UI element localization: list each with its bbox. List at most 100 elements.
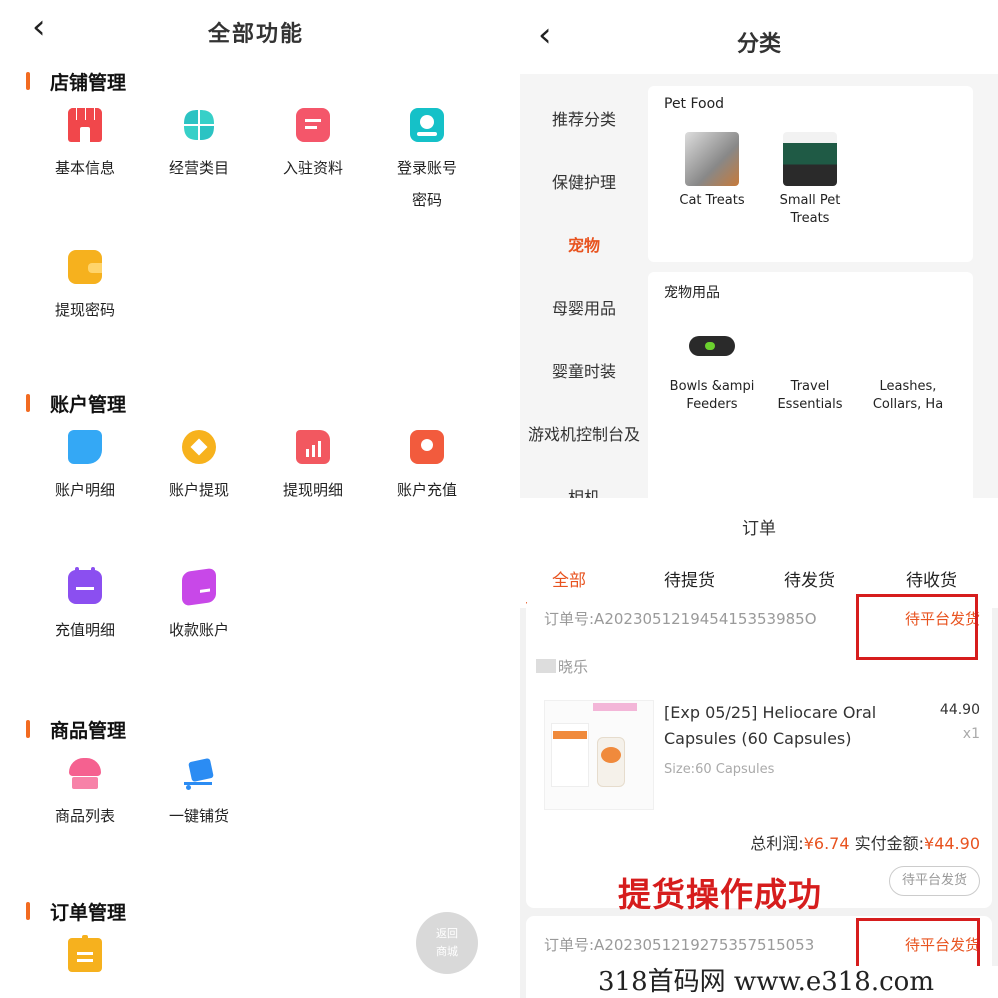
function-label: 充值明细 xyxy=(54,621,115,639)
category-item-active[interactable]: 宠物 xyxy=(520,232,648,256)
function-label: 账户提现 xyxy=(168,481,229,499)
category-item[interactable]: 游戏机控制台及 xyxy=(520,421,648,445)
subcategory-item[interactable]: Cat Treats xyxy=(664,132,760,210)
section-title: 订单管理 xyxy=(50,902,127,924)
category-icon xyxy=(182,108,216,142)
tab-pending-shipment[interactable]: 待发货 xyxy=(784,566,835,591)
function-label: 登录账号 密码 xyxy=(396,159,457,209)
function-account-detail[interactable]: 账户明细 xyxy=(30,430,140,506)
function-label: 经营类目 xyxy=(168,159,229,177)
subcategory-thumbnail xyxy=(881,318,935,372)
product-name: [Exp 05/25] Heliocare Oral Capsules (60 … xyxy=(664,703,877,748)
function-product-list[interactable]: 商品列表 xyxy=(30,756,140,832)
group-title: 宠物用品 xyxy=(664,285,720,301)
account-detail-icon xyxy=(68,430,102,464)
shop-avatar xyxy=(536,659,556,673)
function-one-click-distribute[interactable]: 一键铺货 xyxy=(144,756,254,832)
subcategory-thumbnail xyxy=(685,132,739,186)
cake-icon xyxy=(68,756,102,790)
category-item[interactable]: 母婴用品 xyxy=(520,295,648,319)
shop-label: 晓乐 xyxy=(558,658,589,676)
subcategory-label: Leashes, Collars, Ha xyxy=(872,379,944,412)
orders-header: 订单 全部 待提货 待发货 待收货 xyxy=(520,498,998,608)
subcategory-thumbnail xyxy=(783,132,837,186)
all-functions-panel: ‹ 全部功能 店铺管理 基本信息 经营类目 入驻资料 登录账号 密码 提现密码 … xyxy=(0,0,520,998)
withdraw-icon xyxy=(182,430,216,464)
cart-box-icon xyxy=(182,756,216,790)
function-label: 一键铺货 xyxy=(168,807,229,825)
function-label: 账户明细 xyxy=(54,481,115,499)
function-recharge-detail[interactable]: 充值明细 xyxy=(30,567,140,646)
category-item[interactable]: 婴童时装 xyxy=(520,358,648,382)
function-label: 提现明细 xyxy=(282,481,343,499)
function-login-password[interactable]: 登录账号 密码 xyxy=(372,108,482,216)
function-basic-info[interactable]: 基本信息 xyxy=(30,108,140,184)
watermark-text: 318首码网 www.e318.com xyxy=(598,966,998,998)
function-withdraw-password[interactable]: 提现密码 xyxy=(30,250,140,326)
orders-panel: 订单 全部 待提货 待发货 待收货 订单号:A20230512194541535… xyxy=(520,498,998,998)
function-label: 提现密码 xyxy=(54,301,115,319)
gamepad-thumbnail xyxy=(685,318,739,372)
subcategory-group: 宠物用品 Bowls &ampi Feeders Travel Essentia… xyxy=(648,272,973,500)
subcategory-item[interactable]: Bowls &ampi Feeders xyxy=(664,318,760,414)
subcategory-label: Small Pet Treats xyxy=(779,193,841,226)
section-title: 店铺管理 xyxy=(50,72,127,94)
highlight-box xyxy=(856,594,978,660)
success-annotation: 提货操作成功 xyxy=(618,875,822,914)
section-title: 账户管理 xyxy=(50,394,127,416)
document-icon xyxy=(296,108,330,142)
tab-pending-pickup[interactable]: 待提货 xyxy=(664,566,715,591)
wallet-icon xyxy=(68,250,102,284)
folder-chart-icon xyxy=(296,430,330,464)
function-receiving-account[interactable]: 收款账户 xyxy=(144,567,254,646)
function-label: 商品列表 xyxy=(54,807,115,825)
calendar-icon xyxy=(68,567,102,604)
section-accent-bar xyxy=(26,72,30,90)
function-account-recharge[interactable]: 账户充值 xyxy=(372,430,482,506)
order-summary: 总利润:¥6.74 实付金额:¥44.90 xyxy=(750,830,980,854)
pending-shipment-button[interactable]: 待平台发货 xyxy=(888,866,980,896)
function-withdraw-detail[interactable]: 提现明细 xyxy=(258,430,368,506)
function-label: 入驻资料 xyxy=(282,159,343,177)
subcategory-item[interactable]: Travel Essentials xyxy=(762,318,858,414)
return-to-mall-button[interactable]: 返回 商城 xyxy=(416,912,478,974)
section-accent-bar xyxy=(26,720,30,738)
product-quantity: x1 xyxy=(962,726,980,742)
function-business-category[interactable]: 经营类目 xyxy=(144,108,254,184)
order-number: 订单号:A2023051219275357515053 xyxy=(544,936,815,954)
function-settlement-info[interactable]: 入驻资料 xyxy=(258,108,368,184)
shop-name: 晓乐 xyxy=(536,656,588,677)
section-title: 商品管理 xyxy=(50,720,127,742)
subcategory-label: Cat Treats xyxy=(679,193,745,208)
category-header: ‹ 分类 xyxy=(520,0,998,74)
subcategory-group: Pet Food Cat Treats Small Pet Treats xyxy=(648,86,973,262)
category-item[interactable]: 推荐分类 xyxy=(520,106,648,130)
group-title: Pet Food xyxy=(664,96,725,112)
paid-label: 实付金额: xyxy=(854,834,925,853)
return-button-line1: 返回 xyxy=(436,927,458,940)
return-button-line2: 商城 xyxy=(436,945,458,958)
card-icon xyxy=(182,567,216,607)
product-price: 44.90 xyxy=(939,702,980,718)
subcategory-label: Travel Essentials xyxy=(777,379,843,412)
account-icon xyxy=(410,108,444,142)
orders-title: 订单 xyxy=(742,519,776,539)
subcategory-label: Bowls &ampi Feeders xyxy=(669,379,755,412)
category-panel: ‹ 分类 推荐分类 保健护理 宠物 母婴用品 婴童时装 游戏机控制台及 相机 P… xyxy=(520,0,998,500)
section-accent-bar xyxy=(26,902,30,920)
subcategory-thumbnail xyxy=(783,318,837,372)
category-item[interactable]: 保健护理 xyxy=(520,169,648,193)
function-label: 收款账户 xyxy=(168,621,229,639)
subcategory-item[interactable]: Leashes, Collars, Ha xyxy=(860,318,956,414)
order-number: 订单号:A202305121945415353985O xyxy=(544,610,817,628)
category-title: 分类 xyxy=(736,32,781,57)
store-icon xyxy=(68,108,102,142)
product-image[interactable] xyxy=(544,700,654,810)
function-order[interactable] xyxy=(30,935,140,972)
subcategory-item[interactable]: Small Pet Treats xyxy=(762,132,858,228)
profit-label: 总利润: xyxy=(750,834,804,853)
function-account-withdraw[interactable]: 账户提现 xyxy=(144,430,254,506)
section-accent-bar xyxy=(26,394,30,412)
tab-pending-receipt[interactable]: 待收货 xyxy=(906,566,957,591)
tab-all[interactable]: 全部 xyxy=(552,566,586,591)
